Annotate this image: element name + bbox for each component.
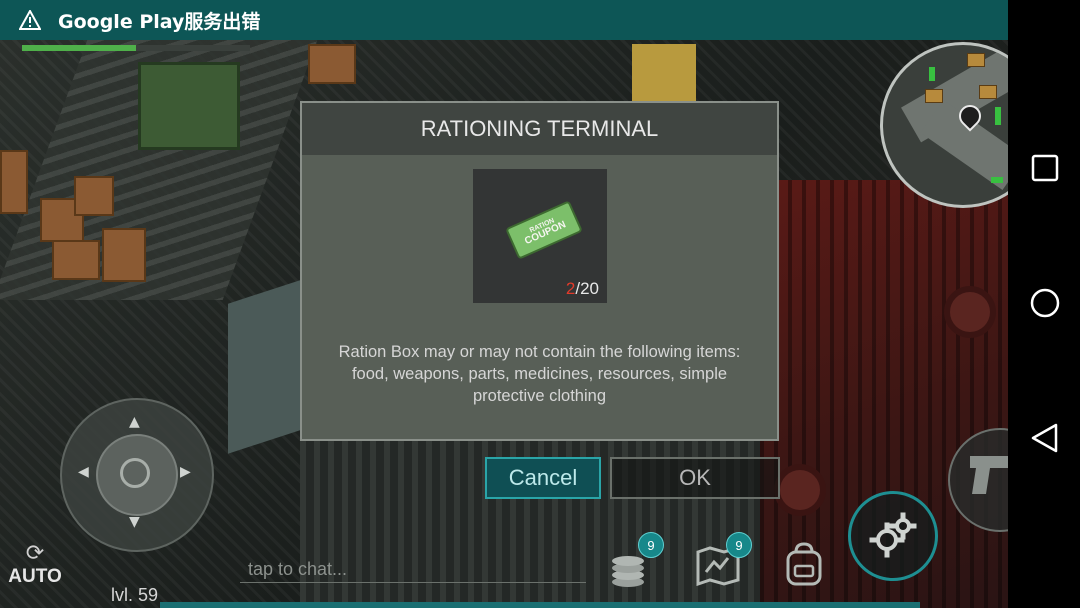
warning-icon — [18, 8, 42, 32]
chat-input[interactable] — [240, 556, 586, 583]
health-bar — [22, 45, 250, 51]
minimap-crate — [925, 89, 943, 103]
player-level: lvl. 59 — [111, 585, 159, 605]
minimap-crate — [979, 85, 997, 99]
wooden-crate — [308, 44, 356, 84]
cancel-button[interactable]: Cancel — [485, 457, 601, 499]
backpack-icon — [786, 542, 822, 586]
triangle-back-icon — [1031, 423, 1058, 453]
circle-icon — [1030, 288, 1060, 318]
notification-text: Google Play服务出错 — [58, 10, 261, 33]
wooden-crate — [52, 240, 100, 280]
resources-badge: 9 — [638, 532, 664, 558]
resources-button[interactable]: 9 — [606, 532, 664, 590]
rationing-poster — [228, 280, 300, 454]
home-button[interactable] — [1028, 286, 1062, 320]
health-bar-fill — [22, 45, 136, 51]
wooden-crate — [102, 228, 146, 282]
android-navigation-bar — [1008, 0, 1080, 608]
item-count-current: 2 — [565, 279, 576, 298]
experience-bar — [160, 602, 920, 608]
dialog-description: Ration Box may or may not contain the fo… — [338, 343, 741, 405]
joystick-left-arrow: ◀ — [78, 464, 89, 480]
dialog-title: RATIONING TERMINAL — [302, 103, 777, 155]
wall-poster — [632, 44, 696, 102]
minimap-exit-marker — [991, 177, 1003, 183]
movement-joystick[interactable]: ▲ ▼ ◀ ▶ — [60, 398, 214, 552]
green-crate — [138, 62, 240, 150]
auto-label: AUTO — [8, 566, 62, 587]
joystick-up-arrow: ▲ — [129, 414, 140, 430]
rationing-terminal-dialog: RATIONING TERMINAL RATION COUPON 2/20 Ra… — [300, 101, 779, 441]
potted-plant — [780, 470, 820, 510]
joystick-right-arrow: ▶ — [180, 464, 191, 480]
joystick-down-arrow: ▼ — [129, 514, 140, 530]
auto-mode-button[interactable]: ⟳ AUTO — [6, 542, 64, 602]
ok-button[interactable]: OK — [610, 457, 780, 499]
refresh-icon: ⟳ — [25, 541, 45, 566]
map-button[interactable]: 9 — [694, 532, 752, 590]
item-count: 2/20 — [566, 279, 599, 299]
recents-button[interactable] — [1028, 151, 1062, 185]
ration-coupon-slot[interactable]: RATION COUPON 2/20 — [473, 169, 607, 303]
minimap-exit-marker — [995, 107, 1001, 125]
system-status-bar: Google Play服务出错 — [0, 0, 1008, 40]
wooden-crate — [0, 150, 28, 214]
square-icon — [1031, 154, 1059, 182]
ration-coupon-icon: RATION COUPON — [505, 200, 583, 260]
backpack-button[interactable] — [780, 540, 830, 590]
joystick-knob[interactable] — [96, 434, 178, 516]
minimap-exit-marker — [929, 67, 935, 81]
potted-plant — [950, 292, 990, 332]
back-button[interactable] — [1028, 421, 1062, 455]
map-badge: 9 — [726, 532, 752, 558]
minimap-crate — [967, 53, 985, 67]
gears-icon — [869, 512, 917, 558]
item-count-max: 20 — [580, 279, 599, 298]
wooden-crate — [74, 176, 114, 216]
settings-button[interactable] — [848, 491, 938, 581]
joystick-center-ring — [120, 458, 150, 488]
